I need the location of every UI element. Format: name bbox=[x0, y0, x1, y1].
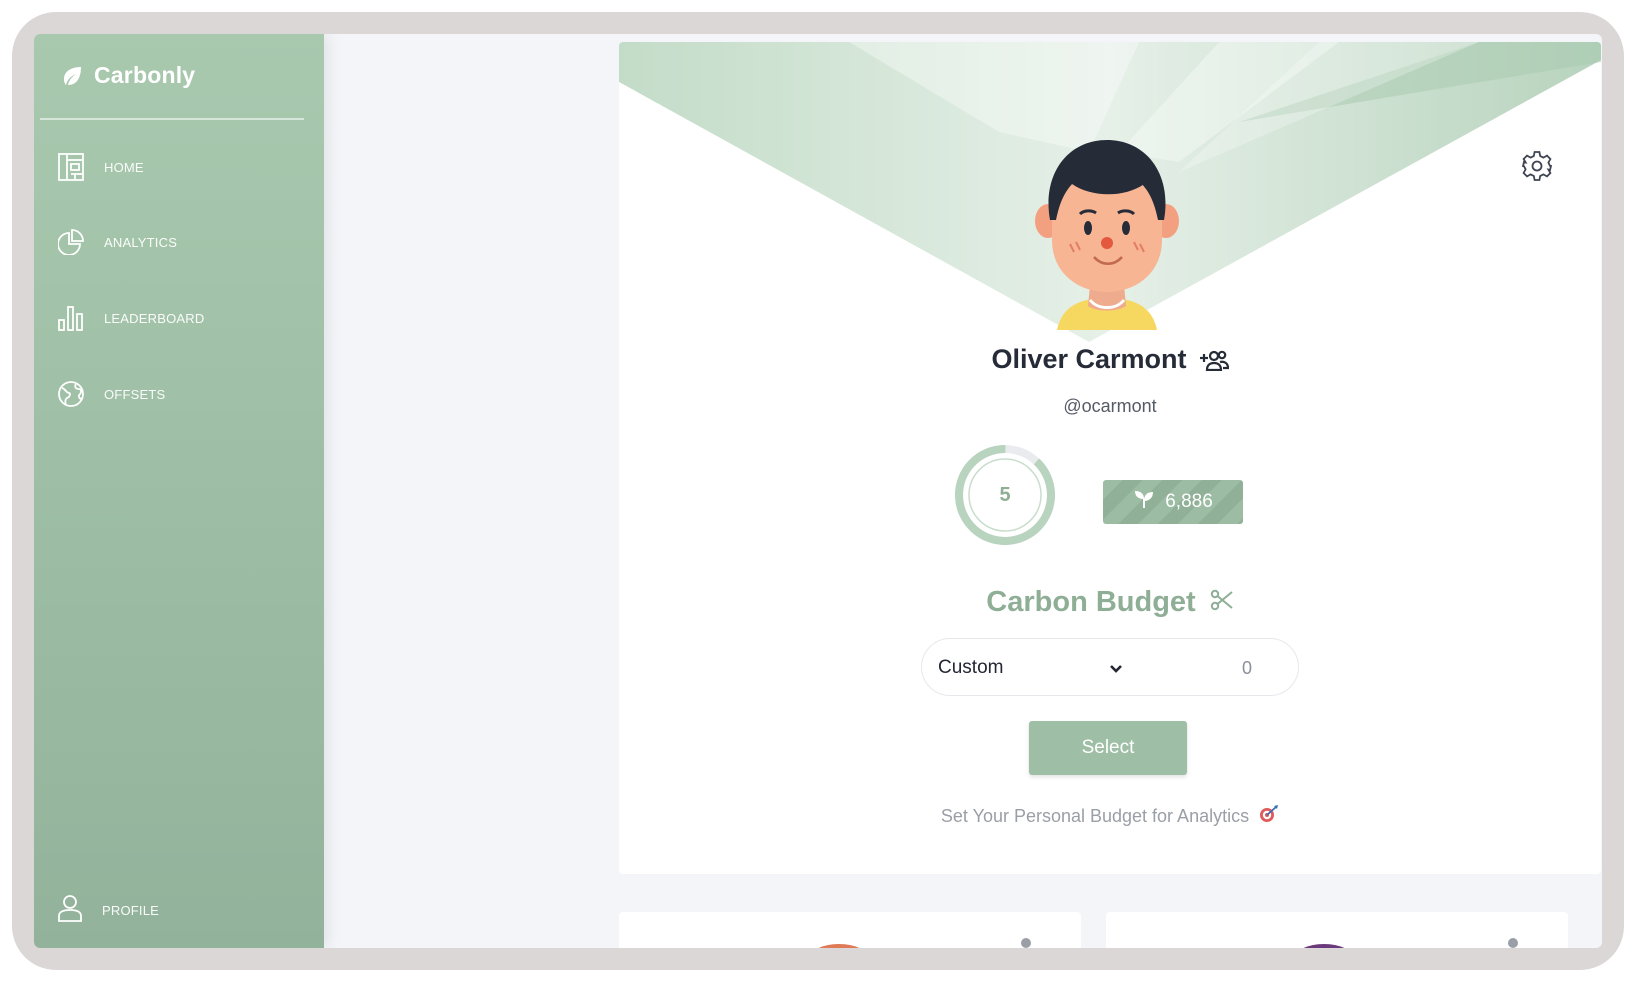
sidebar-item-home[interactable]: HOME bbox=[58, 153, 144, 181]
sidebar-item-label: HOME bbox=[104, 159, 144, 175]
scissors-icon bbox=[1210, 588, 1234, 617]
bar-chart-icon bbox=[58, 305, 84, 331]
sidebar-item-leaderboard[interactable]: LEADERBOARD bbox=[58, 305, 204, 331]
more-options-icon[interactable] bbox=[1021, 938, 1031, 948]
sidebar-item-profile[interactable]: PROFILE bbox=[58, 894, 159, 927]
globe-icon bbox=[58, 381, 84, 407]
name-row: Oliver Carmont bbox=[619, 344, 1601, 375]
sprout-icon bbox=[1133, 489, 1155, 515]
user-avatar bbox=[1035, 140, 1179, 330]
friend-avatar bbox=[809, 944, 869, 948]
select-button[interactable]: Select bbox=[1029, 721, 1187, 775]
budget-title-row: Carbon Budget bbox=[619, 586, 1601, 619]
friend-card[interactable] bbox=[619, 912, 1081, 948]
profile-card: Oliver Carmont @ocarmont 5 6,886 Carbon … bbox=[619, 42, 1601, 874]
level-value: 5 bbox=[999, 483, 1011, 506]
sidebar-item-label: ANALYTICS bbox=[104, 234, 178, 250]
sidebar-item-label: PROFILE bbox=[102, 903, 160, 918]
home-layout-icon bbox=[58, 153, 84, 181]
friend-avatar bbox=[1294, 944, 1354, 948]
friend-card[interactable] bbox=[1106, 912, 1568, 948]
budget-type-value: Custom bbox=[938, 657, 1004, 678]
target-dart-icon bbox=[1259, 804, 1279, 829]
points-value: 6,886 bbox=[1165, 491, 1213, 512]
brand[interactable]: Carbonly bbox=[60, 62, 195, 89]
user-name: Oliver Carmont bbox=[991, 344, 1187, 374]
budget-type-select[interactable]: Custom bbox=[938, 639, 1003, 697]
sidebar-item-label: OFFSETS bbox=[104, 386, 166, 402]
budget-hint: Set Your Personal Budget for Analytics bbox=[940, 806, 1250, 826]
settings-gear-icon[interactable] bbox=[1521, 150, 1553, 187]
sidebar-item-offsets[interactable]: OFFSETS bbox=[58, 381, 165, 407]
sidebar: Carbonly HOME ANALYTICS LEADERBOARD OFFS… bbox=[34, 34, 324, 948]
app-name: Carbonly bbox=[94, 62, 196, 88]
app-screen: Carbonly HOME ANALYTICS LEADERBOARD OFFS… bbox=[34, 34, 1602, 948]
user-handle: @ocarmont bbox=[1063, 396, 1157, 416]
sidebar-item-analytics[interactable]: ANALYTICS bbox=[58, 229, 177, 255]
sidebar-item-label: LEADERBOARD bbox=[104, 310, 205, 326]
leaf-logo-icon bbox=[60, 64, 84, 88]
chevron-down-icon[interactable] bbox=[1109, 661, 1123, 679]
brand-divider bbox=[40, 118, 304, 120]
more-options-icon[interactable] bbox=[1508, 938, 1518, 948]
hint-row: Set Your Personal Budget for Analytics bbox=[619, 804, 1601, 829]
user-icon bbox=[58, 894, 82, 927]
budget-title: Carbon Budget bbox=[986, 586, 1196, 618]
add-friend-icon[interactable] bbox=[1199, 349, 1229, 371]
budget-input-group: Custom 0 bbox=[921, 638, 1299, 696]
pie-chart-icon bbox=[58, 229, 84, 255]
budget-amount-field[interactable]: 0 bbox=[1242, 639, 1252, 697]
points-badge: 6,886 bbox=[1103, 480, 1243, 524]
